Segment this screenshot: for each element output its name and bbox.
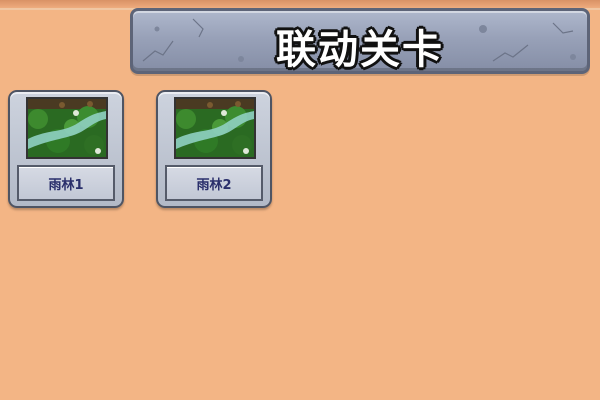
rainforest-thumbnail — [174, 97, 256, 159]
level-card-rainforest-2[interactable]: 雨林2 — [156, 90, 272, 208]
level-label: 雨林2 — [165, 165, 263, 201]
level-label: 雨林1 — [17, 165, 115, 201]
page-title: 联动关卡 — [276, 27, 444, 73]
rainforest-thumbnail — [26, 97, 108, 159]
level-card-rainforest-1[interactable]: 雨林1 — [8, 90, 124, 208]
title-banner: 联动关卡 — [130, 8, 590, 74]
